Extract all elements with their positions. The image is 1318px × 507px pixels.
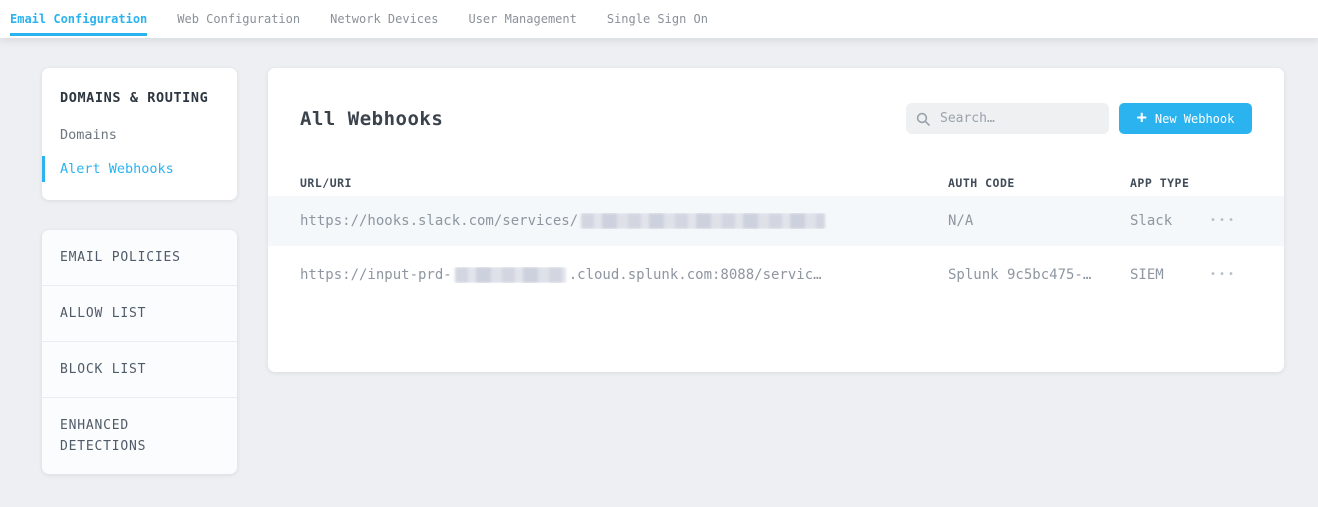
webhook-url-cell: https://hooks.slack.com/services/: [300, 213, 948, 229]
search-input[interactable]: [938, 110, 1099, 127]
sidebar-item-allow-list[interactable]: ALLOW LIST: [42, 285, 237, 341]
row-menu-button[interactable]: •••: [1210, 216, 1252, 226]
app-type-cell: Slack: [1130, 213, 1210, 229]
tab-web-configuration[interactable]: Web Configuration: [177, 0, 300, 38]
redacted-url-segment: [455, 267, 566, 283]
column-header-app-type: APP TYPE: [1130, 176, 1210, 190]
row-menu-button[interactable]: •••: [1210, 270, 1252, 280]
policies-card: EMAIL POLICIES ALLOW LIST BLOCK LIST ENH…: [42, 230, 237, 474]
panel-header: All Webhooks + New Webhook: [268, 68, 1284, 134]
column-header-auth-code: AUTH CODE: [948, 176, 1130, 190]
sidebar-item-block-list[interactable]: BLOCK LIST: [42, 341, 237, 397]
webhook-url-cell: https://input-prd- .cloud.splunk.com:808…: [300, 267, 948, 283]
domains-routing-heading: DOMAINS & ROUTING: [60, 90, 219, 106]
plus-icon: +: [1137, 110, 1147, 127]
table-row: https://hooks.slack.com/services/ N/A Sl…: [268, 196, 1284, 246]
search-box: [906, 103, 1109, 134]
webhook-url-text: .cloud.splunk.com:8088/servic…: [569, 267, 822, 283]
tab-user-management[interactable]: User Management: [468, 0, 576, 38]
sidebar-item-enhanced-detections[interactable]: ENHANCED DETECTIONS: [42, 397, 237, 474]
ellipsis-icon: •••: [1210, 269, 1237, 280]
sidebar: DOMAINS & ROUTING Domains Alert Webhooks…: [42, 68, 237, 474]
redacted-url-segment: [581, 213, 825, 229]
sidebar-item-alert-webhooks[interactable]: Alert Webhooks: [60, 152, 219, 186]
auth-code-cell: Splunk 9c5bc475-…: [948, 267, 1130, 283]
tab-email-configuration[interactable]: Email Configuration: [10, 0, 147, 38]
domains-routing-card: DOMAINS & ROUTING Domains Alert Webhooks: [42, 68, 237, 200]
header-actions: + New Webhook: [906, 103, 1252, 134]
top-nav: Email Configuration Web Configuration Ne…: [0, 0, 1318, 38]
table-row: https://input-prd- .cloud.splunk.com:808…: [268, 246, 1284, 304]
new-webhook-button[interactable]: + New Webhook: [1119, 103, 1252, 134]
search-icon: [916, 112, 930, 126]
tab-single-sign-on[interactable]: Single Sign On: [607, 0, 708, 38]
column-header-url: URL/URI: [300, 176, 948, 190]
ellipsis-icon: •••: [1210, 215, 1237, 226]
webhook-url-text: https://hooks.slack.com/services/: [300, 213, 578, 229]
table-header-row: URL/URI AUTH CODE APP TYPE: [268, 166, 1284, 196]
sidebar-item-email-policies[interactable]: EMAIL POLICIES: [42, 230, 237, 285]
new-webhook-button-label: New Webhook: [1155, 112, 1234, 126]
app-type-cell: SIEM: [1130, 267, 1210, 283]
page-title: All Webhooks: [300, 108, 443, 130]
webhook-url-text: https://input-prd-: [300, 267, 452, 283]
auth-code-cell: N/A: [948, 213, 1130, 229]
tab-network-devices[interactable]: Network Devices: [330, 0, 438, 38]
webhooks-panel: All Webhooks + New Webhook URL/URI AUTH …: [268, 68, 1284, 372]
sidebar-item-domains[interactable]: Domains: [60, 118, 219, 152]
